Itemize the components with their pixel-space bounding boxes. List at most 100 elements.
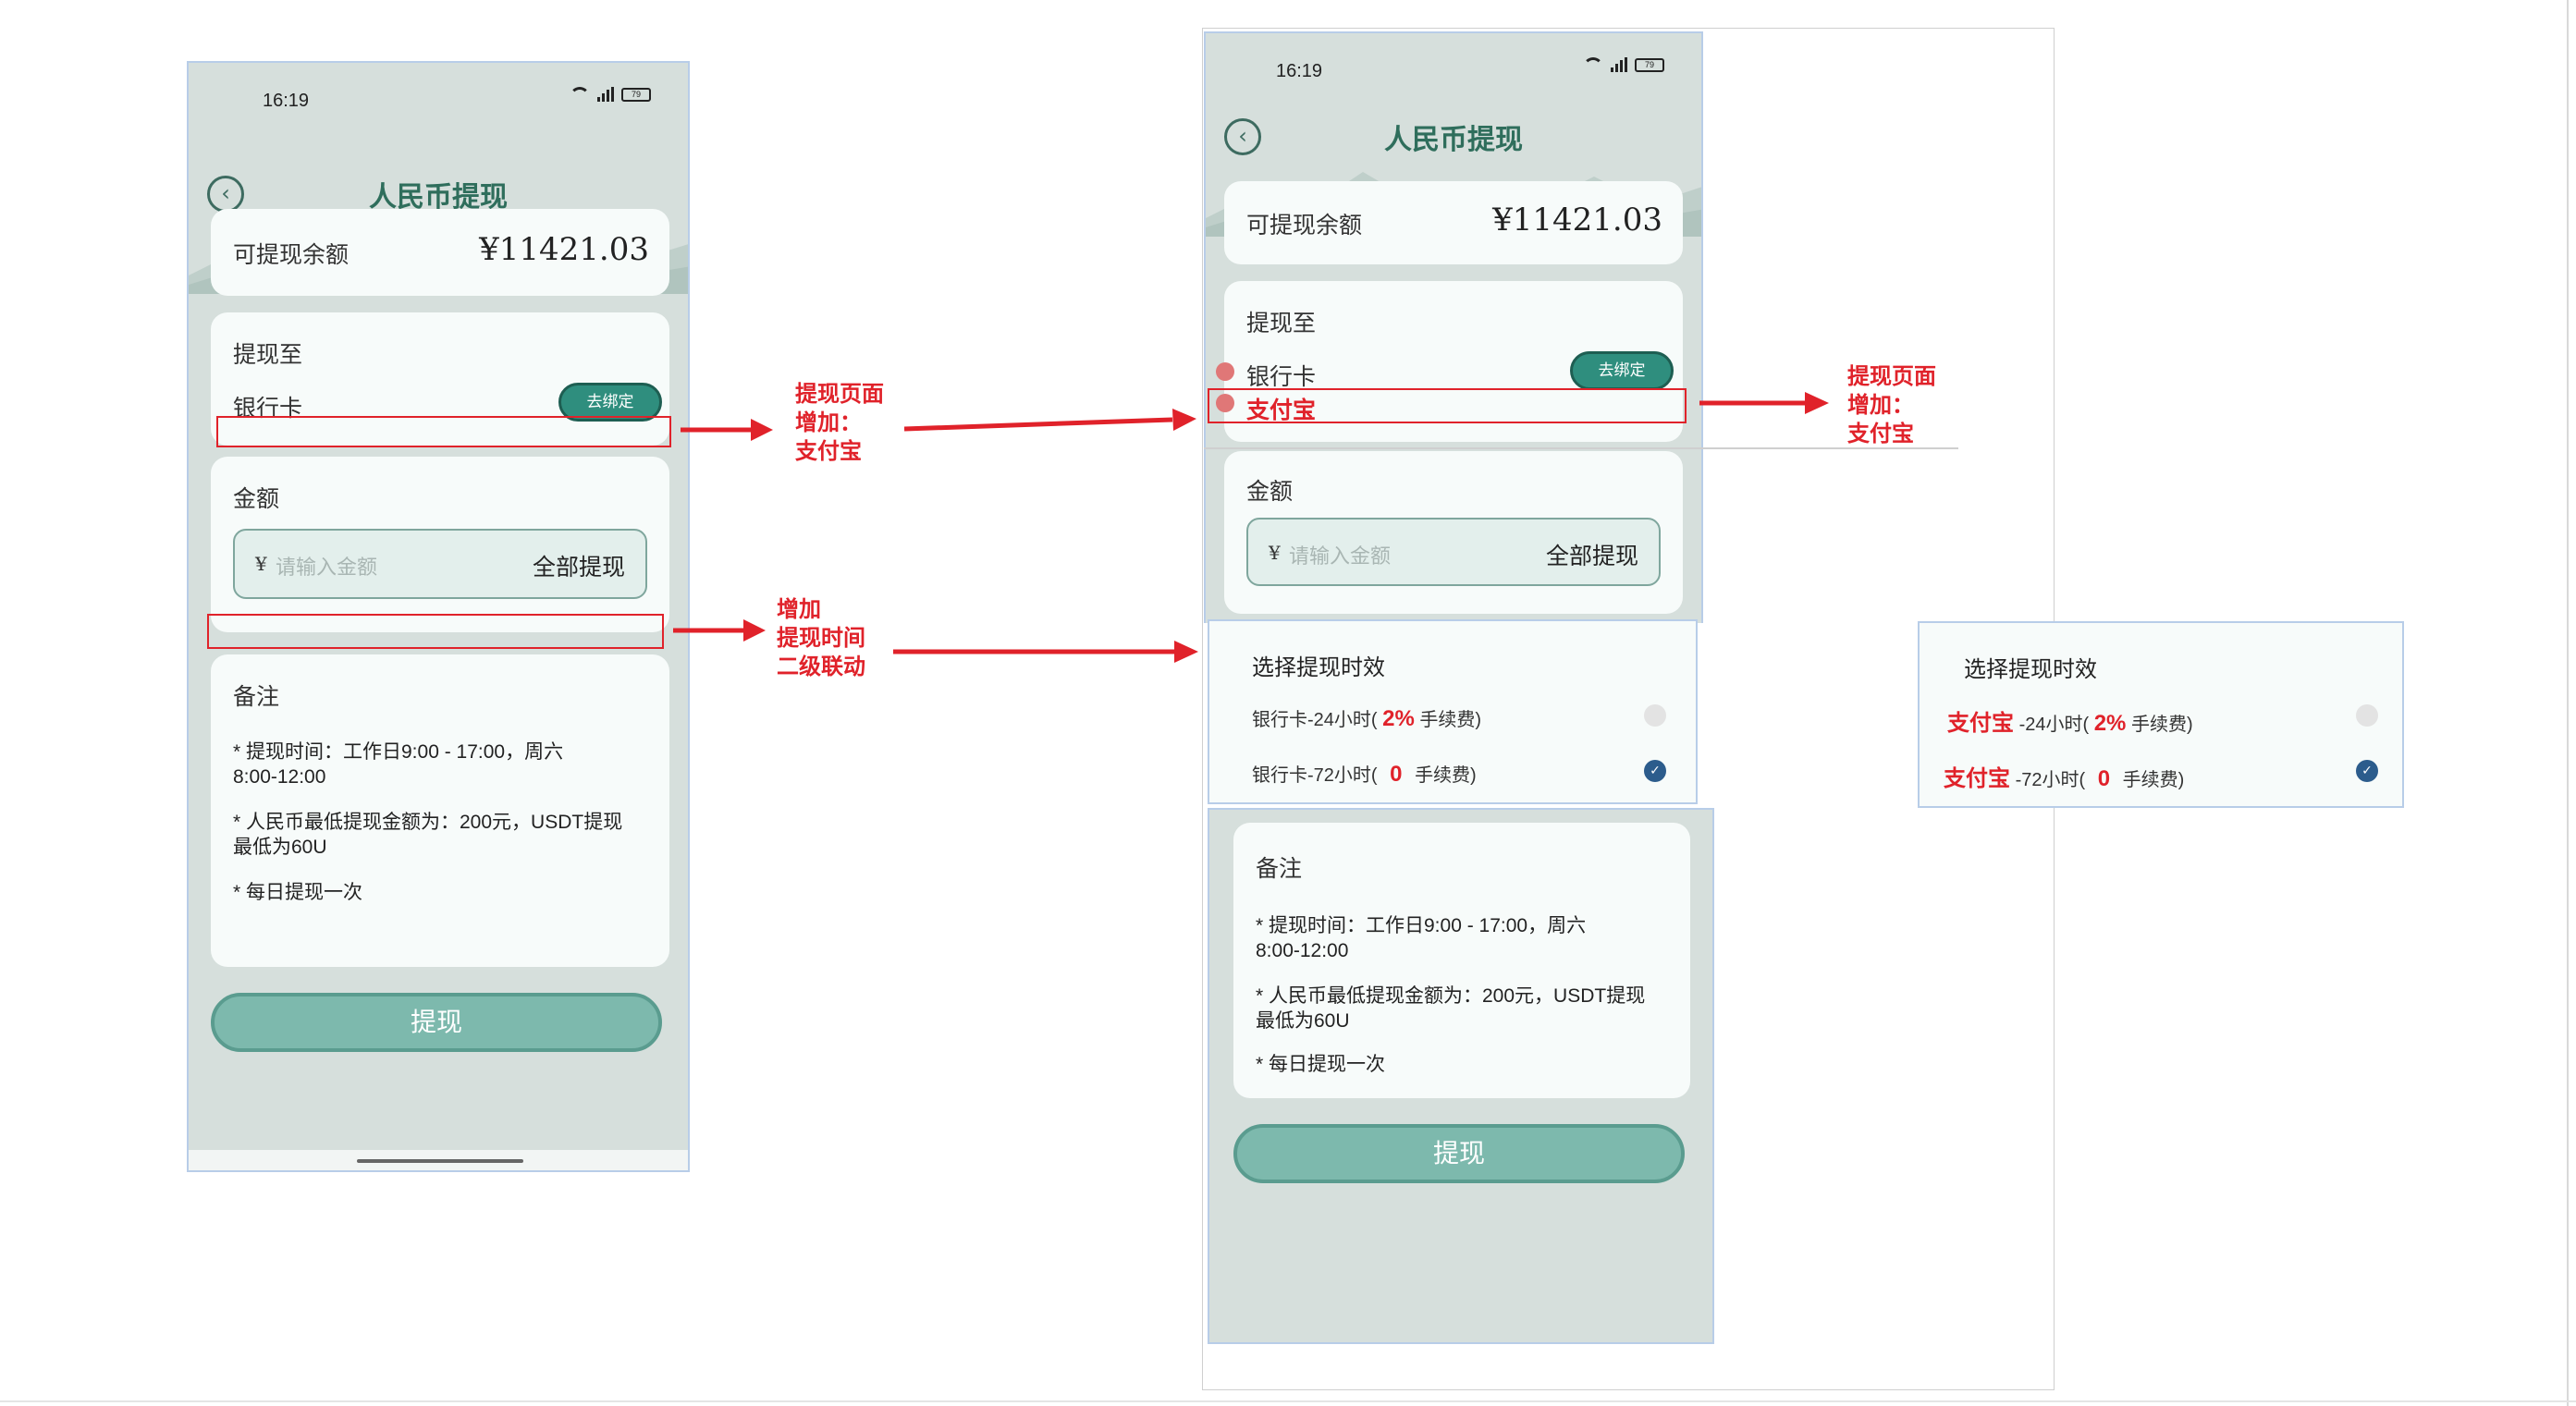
withdraw-all-button[interactable]: 全部提现 [533,549,625,582]
status-bar: 16:19 79 [189,63,688,128]
phone-screen-modified: 16:19 79 ‹ 人民币提现 可提现余额 ¥11421.03 提现至 银行卡… [1204,31,1703,623]
option-label: 银行卡-72小时( [1252,765,1378,786]
alipay-timeliness-panel: 选择提现时效 支付宝 -24小时( 2% 手续费) 支付宝 -72小时( 0 手… [1918,621,2404,808]
amount-placeholder: 请输入金额 [276,556,378,580]
highlight-box-add-alipay [216,416,671,447]
option-fee-suffix: 手续费) [1419,710,1482,730]
notes-title: 备注 [1256,855,1303,882]
amount-placeholder: 请输入金额 [1289,545,1392,569]
option-fee-suffix: 手续费) [2122,770,2185,790]
page-edge [2567,0,2569,1406]
submit-button[interactable]: 提现 [1233,1124,1685,1183]
balance-value: ¥11421.03 [1492,202,1662,238]
page-edge [0,1400,2576,1402]
wifi-icon [1583,57,1603,72]
annotation-line: 提现页面 [795,382,884,407]
annotation-line: 支付宝 [795,439,862,464]
option-alipay-label: 支付宝 [1944,766,2010,791]
balance-label: 可提现余额 [1246,212,1363,238]
status-bar: 16:19 79 [1206,33,1701,98]
balance-value: ¥11421.03 [479,231,649,268]
divider [1204,447,1958,449]
fee-value: 2% [1382,706,1415,731]
annotation-line: 二级联动 [777,654,865,679]
annotation-line: 支付宝 [1847,422,1914,446]
balance-label: 可提现余额 [233,241,350,268]
option-dot [1216,362,1234,381]
fee-value: 2% [2093,711,2127,736]
annotation-line: 增加 [777,597,821,622]
amount-card: 金额 ¥ 请输入金额 全部提现 [211,457,669,632]
status-time: 16:19 [263,91,310,111]
currency-symbol: ¥ [1269,542,1281,564]
annotation-line: 增加： [1847,393,1914,418]
radio-checked[interactable]: ✓ [2356,760,2378,782]
arrow-right-icon [681,419,773,441]
option-label: -24小时( [2018,715,2090,735]
withdraw-all-button[interactable]: 全部提现 [1546,538,1638,571]
option-label: 银行卡-24小时( [1252,710,1378,730]
arrow-right-icon [1699,392,1829,414]
timeliness-panel: 选择提现时效 银行卡-24小时( 2% 手续费) 银行卡-72小时( 0 手续费… [1208,619,1698,804]
battery-icon: 79 [621,87,651,102]
option-alipay-label: 支付宝 [1947,711,2014,736]
note-line: 最低为60U [233,837,327,858]
option-fee-suffix: 手续费) [2130,715,2193,735]
home-indicator [357,1159,523,1163]
arrow-right-icon [893,641,1198,663]
status-icons: 79 [1583,57,1664,72]
note-line: * 提现时间：工作日9:00 - 17:00，周六 [1256,915,1587,936]
timeliness-title: 选择提现时效 [1964,657,2097,682]
option-bank-72h[interactable]: 银行卡-72小时( 0 手续费) [1252,760,1477,788]
arrow-right-icon [673,619,766,642]
signal-icon [1611,57,1627,72]
radio-unchecked[interactable] [2356,704,2378,727]
fee-value: 0 [2097,766,2111,791]
annotation-add-alipay: 提现页面 增加： 支付宝 [795,380,884,466]
annotation-line: 提现页面 [1847,364,1936,389]
annotation-add-alipay-right: 提现页面 增加： 支付宝 [1847,362,1936,448]
amount-title: 金额 [233,485,280,512]
bind-card-button[interactable]: 去绑定 [1570,351,1674,390]
amount-input[interactable]: ¥ 请输入金额 全部提现 [1246,518,1661,586]
note-line: 8:00-12:00 [233,766,326,788]
status-time: 16:19 [1276,61,1323,81]
timeliness-title: 选择提现时效 [1252,655,1385,680]
highlight-box-add-timeliness [207,614,664,649]
balance-card: 可提现余额 ¥11421.03 [211,209,669,296]
note-line: * 提现时间：工作日9:00 - 17:00，周六 [233,741,564,763]
annotation-add-timeliness: 增加 提现时间 二级联动 [777,595,865,681]
option-alipay-24h[interactable]: 支付宝 -24小时( 2% 手续费) [1947,704,2193,737]
note-line: 8:00-12:00 [1256,940,1349,961]
note-line: 最低为60U [1256,1010,1350,1032]
fee-value: 0 [1390,762,1403,787]
radio-unchecked[interactable] [1644,704,1666,727]
option-label: -72小时( [2015,770,2086,790]
wifi-icon [570,87,590,102]
note-line: * 人民币最低提现金额为：200元，USDT提现 [233,812,623,833]
status-icons: 79 [570,87,651,102]
balance-card: 可提现余额 ¥11421.03 [1224,181,1683,264]
withdraw-to-title: 提现至 [1246,310,1317,336]
note-line: * 人民币最低提现金额为：200元，USDT提现 [1256,985,1646,1007]
page-title: 人民币提现 [1384,124,1523,156]
phone-screen-modified-lower: 备注 * 提现时间：工作日9:00 - 17:00，周六 8:00-12:00 … [1208,808,1714,1344]
notes-title: 备注 [233,683,280,710]
amount-card: 金额 ¥ 请输入金额 全部提现 [1224,451,1683,614]
submit-button[interactable]: 提现 [211,993,662,1052]
arrow-right-icon [904,409,1196,432]
option-alipay-72h[interactable]: 支付宝 -72小时( 0 手续费) [1944,760,2184,792]
radio-checked[interactable]: ✓ [1644,760,1666,782]
withdraw-to-title: 提现至 [233,341,303,368]
notes-card: 备注 * 提现时间：工作日9:00 - 17:00，周六 8:00-12:00 … [211,654,669,967]
annotation-line: 增加： [795,410,862,435]
amount-title: 金额 [1246,478,1294,505]
note-line: * 每日提现一次 [233,882,363,903]
currency-symbol: ¥ [255,553,267,575]
canvas: 16:19 79 ‹ 人民币提现 可提现余额 ¥11421.03 提现至 银行卡… [0,0,2576,1406]
option-bank-24h[interactable]: 银行卡-24小时( 2% 手续费) [1252,704,1481,732]
amount-input[interactable]: ¥ 请输入金额 全部提现 [233,529,647,599]
signal-icon [597,87,614,102]
notes-card: 备注 * 提现时间：工作日9:00 - 17:00，周六 8:00-12:00 … [1233,823,1690,1098]
bank-card-label: 银行卡 [1246,363,1317,390]
